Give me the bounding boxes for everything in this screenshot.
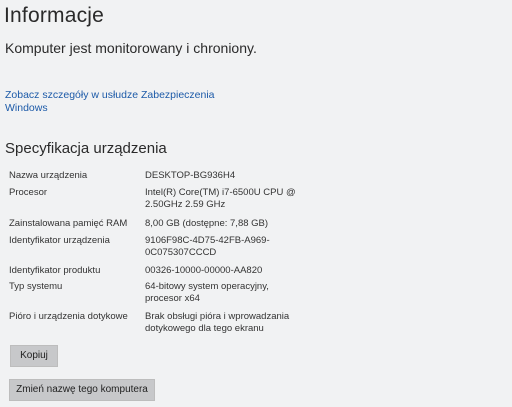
spec-label: Zainstalowana pamięć RAM <box>9 218 128 229</box>
spec-label: Identyfikator urządzenia <box>9 235 110 246</box>
spec-value: Intel(R) Core(TM) i7-6500U CPU @ 2.50GHz… <box>145 187 296 210</box>
spec-value: DESKTOP-BG936H4 <box>145 170 236 181</box>
about-page: Informacje Komputer jest monitorowany i … <box>0 0 512 407</box>
security-details-link[interactable]: Zobacz szczegóły w usłudze Zabezpieczeni… <box>5 89 245 115</box>
spec-label: Typ systemu <box>9 281 63 292</box>
spec-value: 9106F98C-4D75-42FB-A969-0C075307CCCD <box>145 235 270 258</box>
copy-button[interactable]: Kopiuj <box>10 345 58 367</box>
spec-label: Nazwa urządzenia <box>9 170 88 181</box>
spec-value: Brak obsługi pióra i wprowadzania dotyko… <box>145 311 290 334</box>
spec-label: Identyfikator produktu <box>9 265 101 276</box>
spec-label: Pióro i urządzenia dotykowe <box>9 311 128 322</box>
spec-value: 8,00 GB (dostępne: 7,88 GB) <box>145 218 269 229</box>
spec-value: 64-bitowy system operacyjny, procesor x6… <box>145 281 269 304</box>
spec-label: Procesor <box>9 187 48 198</box>
protection-status-text: Komputer jest monitorowany i chroniony. <box>5 40 257 56</box>
spec-value: 00326-10000-00000-AA820 <box>145 265 263 276</box>
device-specs-heading: Specyfikacja urządzenia <box>5 140 167 157</box>
rename-pc-button[interactable]: Zmień nazwę tego komputera <box>9 379 155 401</box>
page-title: Informacje <box>4 4 105 27</box>
